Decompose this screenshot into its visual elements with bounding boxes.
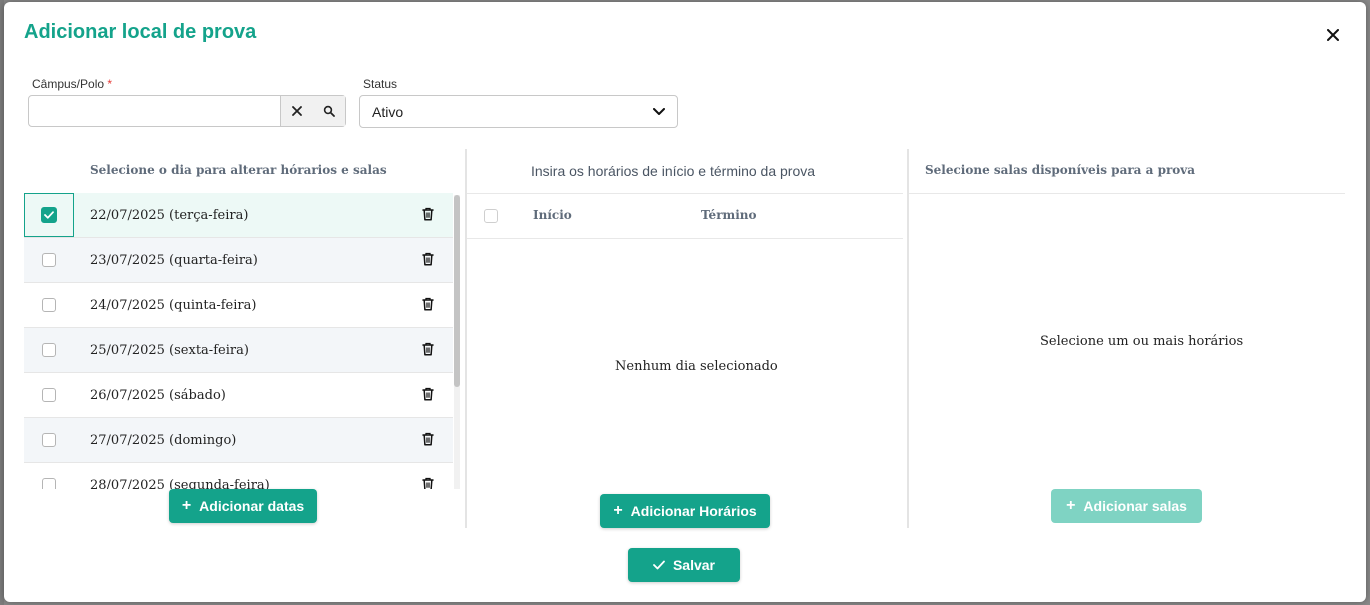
add-dates-label: Adicionar datas bbox=[199, 498, 305, 514]
day-checkbox-cell bbox=[24, 418, 74, 462]
plus-icon: + bbox=[1066, 497, 1076, 514]
day-checkbox[interactable] bbox=[42, 433, 56, 447]
day-checkbox[interactable] bbox=[42, 298, 56, 312]
save-button[interactable]: Salvar bbox=[628, 548, 740, 582]
clear-campus-button[interactable] bbox=[281, 96, 313, 126]
rooms-panel-header: Selecione salas disponíveis para a prova bbox=[925, 163, 1196, 177]
day-label: 27/07/2025 (domingo) bbox=[90, 432, 237, 448]
days-scrollbar-thumb[interactable] bbox=[454, 195, 460, 387]
day-checkbox-cell bbox=[24, 463, 74, 489]
day-checkbox-cell bbox=[24, 373, 74, 417]
day-label: 23/07/2025 (quarta-feira) bbox=[90, 252, 258, 268]
days-list: 22/07/2025 (terça-feira) 23/07/2025 (quar… bbox=[24, 193, 453, 489]
day-checkbox[interactable] bbox=[42, 253, 56, 267]
campus-actions bbox=[280, 96, 345, 126]
day-label: 25/07/2025 (sexta-feira) bbox=[90, 342, 249, 358]
campus-label: Câmpus/Polo * bbox=[32, 77, 112, 91]
campus-field bbox=[28, 95, 346, 127]
rooms-divider bbox=[909, 193, 1345, 194]
times-empty-message: Nenhum dia selecionado bbox=[615, 359, 778, 374]
trash-icon[interactable] bbox=[422, 477, 434, 489]
chevron-down-icon bbox=[653, 107, 665, 115]
column-divider bbox=[465, 149, 467, 528]
plus-icon: + bbox=[613, 502, 623, 519]
day-row[interactable]: 22/07/2025 (terça-feira) bbox=[24, 193, 453, 238]
trash-icon[interactable] bbox=[422, 207, 434, 226]
trash-icon[interactable] bbox=[422, 387, 434, 406]
day-checkbox-cell bbox=[24, 328, 74, 372]
campus-label-text: Câmpus/Polo bbox=[32, 77, 105, 91]
status-value: Ativo bbox=[372, 103, 404, 120]
day-row[interactable]: 24/07/2025 (quinta-feira) bbox=[24, 283, 453, 328]
add-exam-location-dialog: Adicionar local de prova Câmpus/Polo * S… bbox=[4, 2, 1366, 602]
column-divider bbox=[907, 149, 909, 528]
day-row[interactable]: 23/07/2025 (quarta-feira) bbox=[24, 238, 453, 283]
add-times-button[interactable]: + Adicionar Horários bbox=[600, 494, 770, 528]
day-checkbox-cell bbox=[24, 238, 74, 282]
day-row[interactable]: 26/07/2025 (sábado) bbox=[24, 373, 453, 418]
check-icon bbox=[653, 560, 665, 570]
trash-icon[interactable] bbox=[422, 432, 434, 451]
close-button[interactable] bbox=[1322, 24, 1344, 46]
times-divider bbox=[467, 238, 903, 239]
start-column-header: Início bbox=[533, 208, 572, 222]
trash-icon[interactable] bbox=[422, 342, 434, 361]
end-column-header: Término bbox=[701, 208, 757, 222]
close-icon bbox=[1327, 29, 1339, 41]
day-label: 22/07/2025 (terça-feira) bbox=[90, 207, 249, 223]
day-checkbox-cell bbox=[24, 283, 74, 327]
day-label: 24/07/2025 (quinta-feira) bbox=[90, 297, 257, 313]
add-rooms-label: Adicionar salas bbox=[1083, 498, 1187, 514]
rooms-empty-message: Selecione um ou mais horários bbox=[1040, 334, 1244, 349]
status-select[interactable]: Ativo bbox=[359, 95, 678, 128]
day-checkbox[interactable] bbox=[42, 478, 56, 489]
add-rooms-button[interactable]: + Adicionar salas bbox=[1051, 489, 1202, 523]
day-checkbox-cell bbox=[24, 193, 74, 237]
save-label: Salvar bbox=[672, 557, 716, 573]
day-row[interactable]: 25/07/2025 (sexta-feira) bbox=[24, 328, 453, 373]
required-marker: * bbox=[107, 77, 113, 91]
trash-icon[interactable] bbox=[422, 297, 434, 316]
plus-icon: + bbox=[181, 497, 192, 514]
search-campus-button[interactable] bbox=[313, 96, 345, 126]
day-checkbox[interactable] bbox=[42, 343, 56, 357]
day-checkbox[interactable] bbox=[41, 207, 57, 223]
status-label: Status bbox=[363, 77, 398, 91]
add-times-label: Adicionar Horários bbox=[630, 503, 757, 519]
day-label: 28/07/2025 (segunda-feira) bbox=[90, 477, 270, 490]
times-divider bbox=[467, 193, 903, 194]
select-all-times-checkbox[interactable] bbox=[484, 209, 498, 223]
days-panel-header: Selecione o dia para alterar hórarios e … bbox=[90, 163, 387, 177]
dialog-title: Adicionar local de prova bbox=[24, 21, 257, 43]
trash-icon[interactable] bbox=[422, 252, 434, 271]
day-row[interactable]: 27/07/2025 (domingo) bbox=[24, 418, 453, 463]
times-panel-header: Insira os horários de início e término d… bbox=[531, 163, 816, 179]
day-row[interactable]: 28/07/2025 (segunda-feira) bbox=[24, 463, 453, 489]
search-icon bbox=[323, 105, 335, 117]
day-label: 26/07/2025 (sábado) bbox=[90, 387, 226, 403]
check-icon bbox=[44, 211, 54, 219]
add-dates-button[interactable]: + Adicionar datas bbox=[169, 489, 317, 523]
clear-icon bbox=[292, 106, 302, 116]
campus-input[interactable] bbox=[29, 96, 281, 126]
day-checkbox[interactable] bbox=[42, 388, 56, 402]
